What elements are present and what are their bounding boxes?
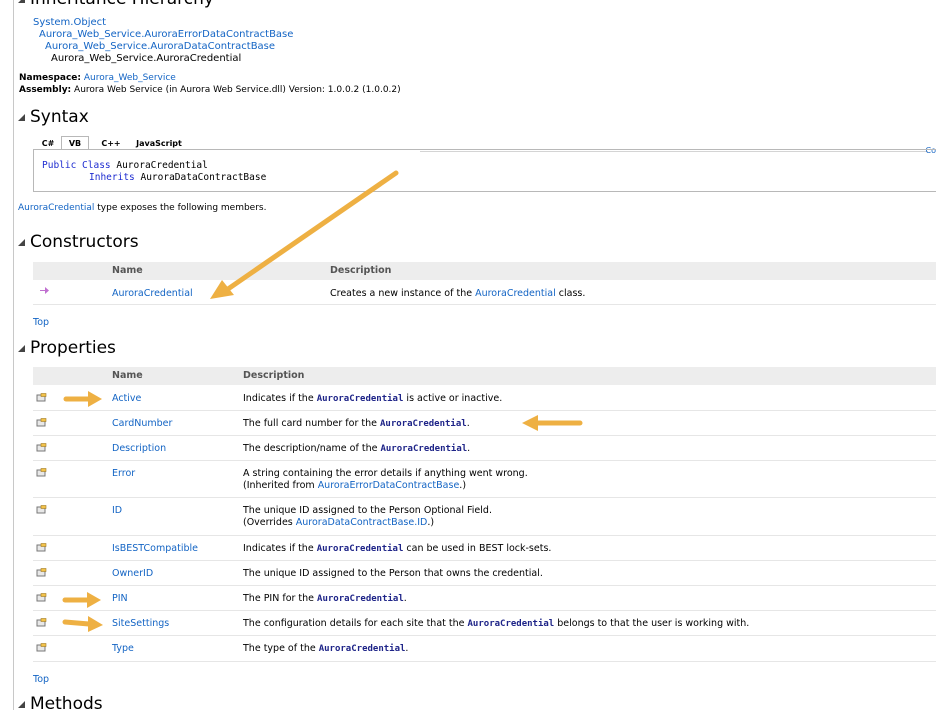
- arrow-annotation-constructor: [210, 170, 399, 299]
- arrow-annotation-cardnumber: [522, 415, 583, 431]
- arrow-annotation-sitesettings: [62, 616, 103, 632]
- annotation-arrows: [62, 170, 583, 632]
- arrow-annotation-pin: [62, 592, 101, 608]
- arrow-annotation-active: [63, 391, 102, 407]
